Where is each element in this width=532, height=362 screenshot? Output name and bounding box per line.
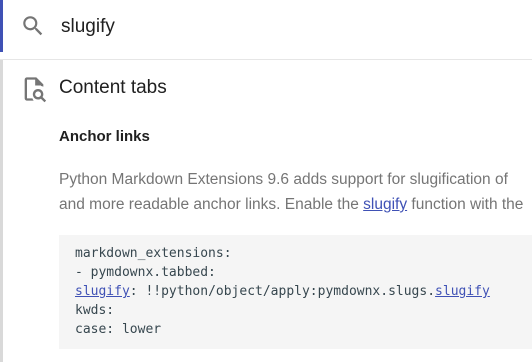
search-input[interactable] — [61, 13, 531, 41]
search-bar — [0, 0, 532, 52]
slugify-link[interactable]: slugify — [363, 196, 407, 213]
result-subtitle: Anchor links — [59, 128, 150, 145]
code-line: - pymdownx.tabbed: — [75, 265, 216, 280]
code-text: : !!python/object/apply:pymdownx.slugs. — [129, 284, 436, 299]
code-slugify-link[interactable]: slugify — [75, 284, 130, 299]
excerpt-line-2: and more readable anchor links. Enable t… — [59, 192, 532, 217]
excerpt-text: and more readable anchor links. Enable t… — [59, 196, 364, 213]
code-slugify-link[interactable]: slugify — [435, 284, 490, 299]
code-line: case: lower — [75, 322, 162, 337]
search-result-item[interactable]: Content tabs Anchor links Python Markdow… — [3, 60, 532, 362]
result-excerpt: Python Markdown Extensions 9.6 adds supp… — [59, 167, 532, 217]
document-search-icon — [24, 77, 47, 103]
code-line: slugify: !!python/object/apply:pymdownx.… — [75, 282, 523, 301]
code-block: markdown_extensions: - pymdownx.tabbed: sl… — [59, 235, 532, 349]
search-icon[interactable] — [20, 13, 46, 39]
result-title: Content tabs — [59, 77, 167, 98]
excerpt-line-1: Python Markdown Extensions 9.6 adds supp… — [59, 171, 508, 188]
code-line: markdown_extensions: — [75, 246, 232, 261]
code-line: kwds: — [75, 303, 115, 318]
search-dialog: Content tabs Anchor links Python Markdow… — [0, 0, 532, 362]
excerpt-text: function with the — [407, 196, 524, 213]
